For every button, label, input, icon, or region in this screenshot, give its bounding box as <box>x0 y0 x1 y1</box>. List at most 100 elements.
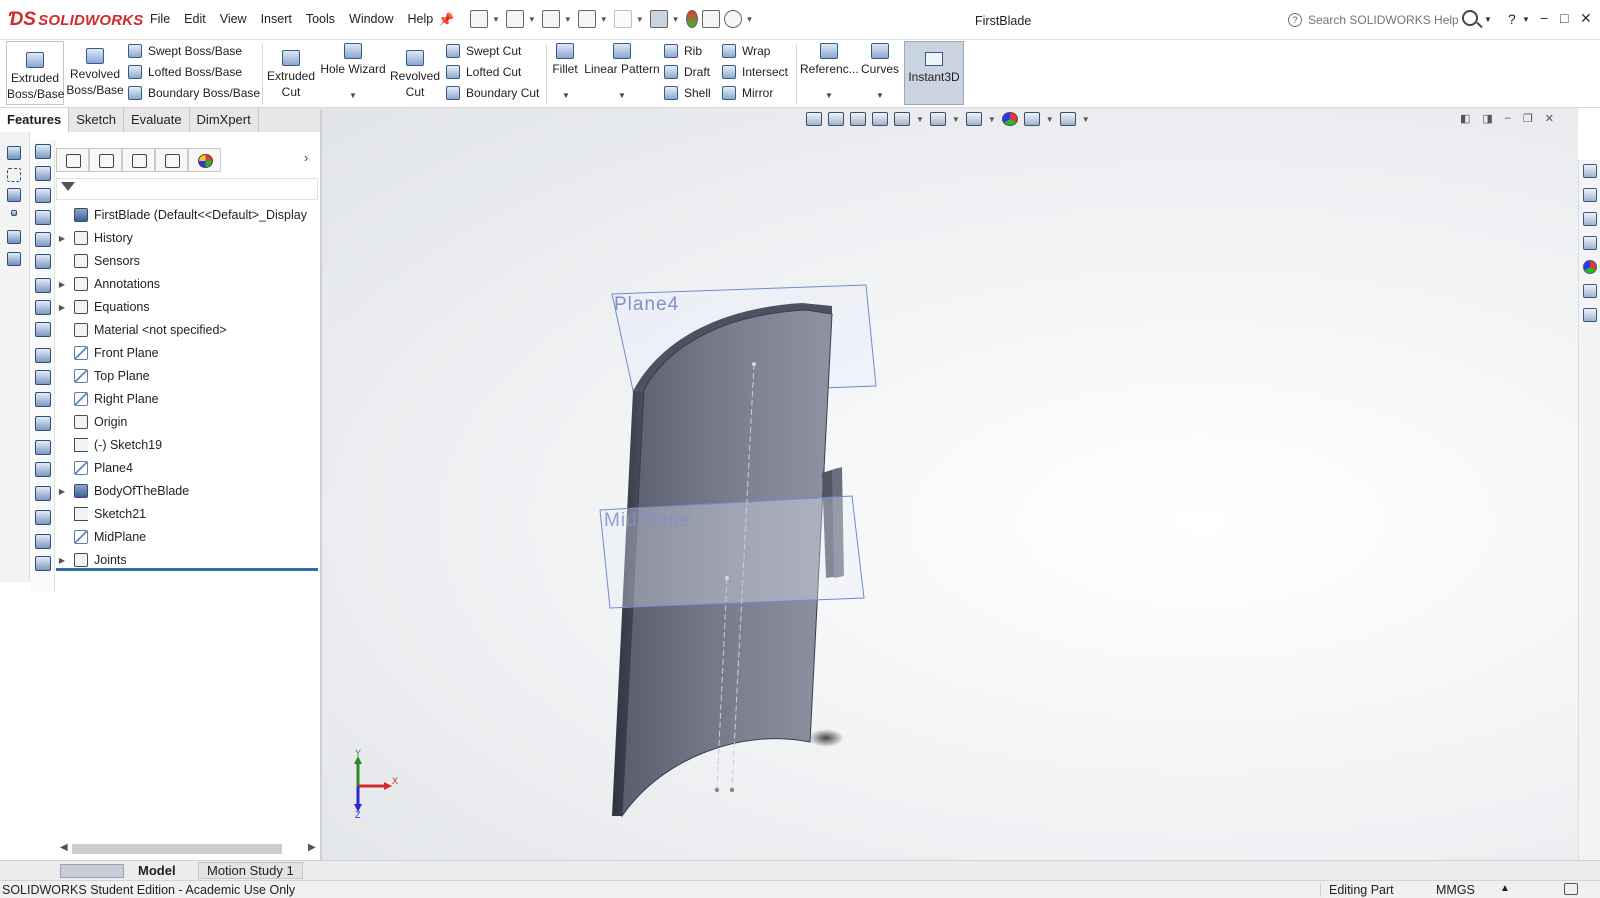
tree-node-material-not-specified[interactable]: Material <not specified> <box>56 319 227 341</box>
view-palette-icon[interactable] <box>1583 236 1597 250</box>
menu-help[interactable]: Help <box>408 12 434 26</box>
strip-feature-icon[interactable] <box>35 210 51 225</box>
scroll-left-icon[interactable]: ◀ <box>60 842 68 853</box>
zoom-to-area-icon[interactable] <box>828 112 844 126</box>
lofted-cut-button[interactable]: Lofted Cut <box>446 62 521 82</box>
undo-dropdown-icon[interactable]: ▼ <box>636 15 644 24</box>
fillet-dropdown-icon[interactable]: ▼ <box>562 91 570 100</box>
swept-cut-button[interactable]: Swept Cut <box>446 41 521 61</box>
apply-scene-icon[interactable] <box>1023 112 1040 126</box>
tab-dimxpert[interactable]: DimXpert <box>190 108 259 132</box>
configuration-manager-tab-icon[interactable] <box>122 148 155 172</box>
previous-view-icon[interactable] <box>850 112 866 126</box>
strip-feature-icon[interactable] <box>35 370 51 385</box>
instant3d-button[interactable]: Instant3D <box>904 41 964 105</box>
tree-node-right-plane[interactable]: Right Plane <box>56 388 159 410</box>
wrap-button[interactable]: Wrap <box>722 41 770 61</box>
strip-feature-icon[interactable] <box>35 322 51 337</box>
feature-manager-tab-icon[interactable] <box>56 148 89 172</box>
search-icon[interactable] <box>1462 10 1478 26</box>
coordinate-system-icon[interactable] <box>7 188 21 202</box>
options-dropdown-icon[interactable]: ▼ <box>746 15 754 24</box>
display-style-icon[interactable] <box>929 112 946 126</box>
strip-feature-icon[interactable] <box>35 348 51 363</box>
tree-node-equations[interactable]: ▶ Equations <box>56 296 150 318</box>
tree-root-part[interactable]: FirstBlade (Default<<Default>_Display <box>56 204 307 226</box>
maximize-button[interactable]: □ <box>1560 10 1568 26</box>
strip-feature-icon[interactable] <box>35 232 51 247</box>
tree-node-origin[interactable]: Origin <box>56 411 127 433</box>
strip-feature-icon[interactable] <box>35 556 51 571</box>
appearances-icon[interactable] <box>1583 260 1597 274</box>
mirror-button[interactable]: Mirror <box>722 83 773 103</box>
move-entities-icon[interactable] <box>7 230 21 244</box>
hide-show-dropdown-icon[interactable]: ▼ <box>988 115 996 124</box>
feature-tree-scrollbar[interactable]: ◀ ▶ <box>56 842 322 856</box>
tree-node-history[interactable]: ▶ History <box>56 227 133 249</box>
viewport-minimize-icon[interactable]: – <box>1505 112 1511 125</box>
strip-feature-icon[interactable] <box>35 278 51 293</box>
model-view[interactable]: Plane4 MidPlane <box>322 108 1578 860</box>
strip-feature-icon[interactable] <box>35 166 51 181</box>
tab-model[interactable]: Model <box>138 863 176 878</box>
design-library-icon[interactable] <box>1583 188 1597 202</box>
tab-features[interactable]: Features <box>0 108 70 132</box>
menu-view[interactable]: View <box>220 12 247 26</box>
undo-icon[interactable] <box>613 10 632 28</box>
help-dropdown-icon[interactable]: ▼ <box>1522 15 1530 24</box>
viewport-restore-icon[interactable]: ❐ <box>1523 112 1533 125</box>
tree-filter-input[interactable] <box>56 178 318 200</box>
hide-show-items-icon[interactable] <box>965 112 982 126</box>
custom-properties-icon[interactable] <box>1583 284 1597 298</box>
linear-pattern-dropdown-icon[interactable]: ▼ <box>618 91 626 100</box>
swept-boss-button[interactable]: Swept Boss/Base <box>128 41 242 61</box>
open-folder-icon[interactable] <box>505 10 524 28</box>
revolved-cut-button[interactable]: Revolved Cut <box>390 50 440 100</box>
tab-evaluate[interactable]: Evaluate <box>124 108 190 132</box>
unit-system-selector[interactable]: MMGS <box>1436 883 1475 897</box>
point-icon[interactable] <box>11 210 17 216</box>
pin-menu-icon[interactable]: 📌 <box>438 12 454 28</box>
save-icon[interactable] <box>541 10 560 28</box>
view-orientation-icon[interactable] <box>894 112 910 126</box>
expand-arrow-icon[interactable]: ▶ <box>56 280 68 289</box>
zoom-to-fit-icon[interactable] <box>806 112 822 126</box>
boundary-cut-button[interactable]: Boundary Cut <box>446 83 539 103</box>
reference-geometry-button[interactable]: Referenc... <box>800 43 859 77</box>
print-dropdown-icon[interactable]: ▼ <box>600 15 608 24</box>
menu-file[interactable]: File <box>150 12 170 26</box>
new-document-icon[interactable] <box>470 10 488 28</box>
expand-arrow-icon[interactable]: ▶ <box>56 303 68 312</box>
rib-button[interactable]: Rib <box>664 41 702 61</box>
menu-insert[interactable]: Insert <box>261 12 292 26</box>
dimxpert-manager-tab-icon[interactable] <box>155 148 188 172</box>
select-dropdown-icon[interactable]: ▼ <box>672 15 680 24</box>
save-dropdown-icon[interactable]: ▼ <box>564 15 572 24</box>
tree-node-sensors[interactable]: Sensors <box>56 250 140 272</box>
menu-tools[interactable]: Tools <box>306 12 335 26</box>
centerline-icon[interactable] <box>7 168 21 182</box>
scrollbar-thumb[interactable] <box>72 844 282 854</box>
rollback-bar[interactable] <box>56 568 318 571</box>
tree-node-top-plane[interactable]: Top Plane <box>56 365 150 387</box>
lofted-boss-button[interactable]: Lofted Boss/Base <box>128 62 242 82</box>
tree-node-bodyoftheblade[interactable]: ▶ BodyOfTheBlade <box>56 480 189 502</box>
tooltip-bubble-icon[interactable] <box>1564 883 1578 895</box>
expand-arrow-icon[interactable]: ▶ <box>56 556 68 565</box>
menu-window[interactable]: Window <box>349 12 393 26</box>
print-icon[interactable] <box>577 10 596 28</box>
boundary-boss-button[interactable]: Boundary Boss/Base <box>128 83 260 103</box>
close-button[interactable]: ✕ <box>1580 10 1592 27</box>
tab-sketch[interactable]: Sketch <box>69 108 124 132</box>
tab-scroll-arrows[interactable] <box>60 864 124 878</box>
options-gear-icon[interactable] <box>723 10 742 28</box>
tree-node-annotations[interactable]: ▶ Annotations <box>56 273 160 295</box>
tree-node-sketch21[interactable]: Sketch21 <box>56 503 146 525</box>
display-style-dropdown-icon[interactable]: ▼ <box>952 115 960 124</box>
view-settings-icon[interactable] <box>1059 112 1076 126</box>
expand-arrow-icon[interactable]: ▶ <box>56 487 68 496</box>
scene-dropdown-icon[interactable]: ▼ <box>1046 115 1054 124</box>
linear-pattern-button[interactable]: Linear Pattern <box>584 43 660 77</box>
curves-dropdown-icon[interactable]: ▼ <box>876 91 884 100</box>
tree-node-plane4[interactable]: Plane4 <box>56 457 133 479</box>
